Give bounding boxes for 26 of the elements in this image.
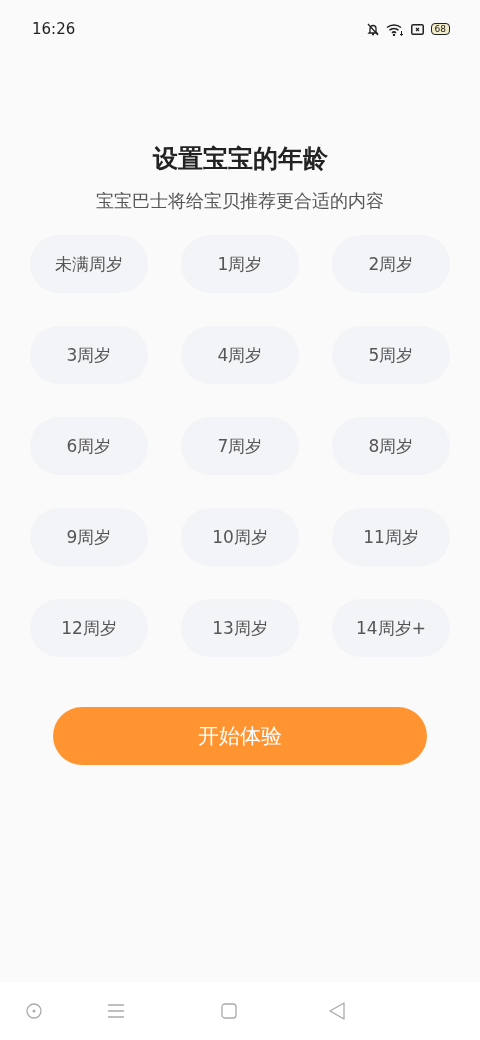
page-subtitle: 宝宝巴士将给宝贝推荐更合适的内容	[96, 189, 384, 213]
age-option[interactable]: 7周岁	[181, 417, 299, 475]
page-title: 设置宝宝的年龄	[152, 143, 328, 175]
age-option[interactable]: 11周岁	[332, 508, 450, 566]
age-option[interactable]: 4周岁	[181, 326, 299, 384]
age-option[interactable]: 3周岁	[30, 326, 148, 384]
age-option[interactable]: 9周岁	[30, 508, 148, 566]
assistant-icon[interactable]	[26, 1003, 42, 1019]
age-option[interactable]: 13周岁	[181, 599, 299, 657]
age-option[interactable]: 14周岁+	[332, 599, 450, 657]
wifi-icon	[385, 22, 404, 36]
battery-level: 68	[430, 23, 450, 35]
age-option[interactable]: 1周岁	[181, 235, 299, 293]
age-option[interactable]: 6周岁	[30, 417, 148, 475]
menu-icon[interactable]	[107, 1003, 125, 1019]
age-option[interactable]: 5周岁	[332, 326, 450, 384]
sim-icon	[410, 23, 424, 35]
status-time: 16:26	[32, 20, 76, 38]
back-icon[interactable]	[329, 1002, 345, 1020]
home-icon[interactable]	[221, 1003, 237, 1019]
age-option[interactable]: 8周岁	[332, 417, 450, 475]
age-option[interactable]: 2周岁	[332, 235, 450, 293]
age-option[interactable]: 10周岁	[181, 508, 299, 566]
bell-muted-icon	[366, 22, 379, 36]
age-option[interactable]: 12周岁	[30, 599, 148, 657]
age-option[interactable]: 未满周岁	[30, 235, 148, 293]
